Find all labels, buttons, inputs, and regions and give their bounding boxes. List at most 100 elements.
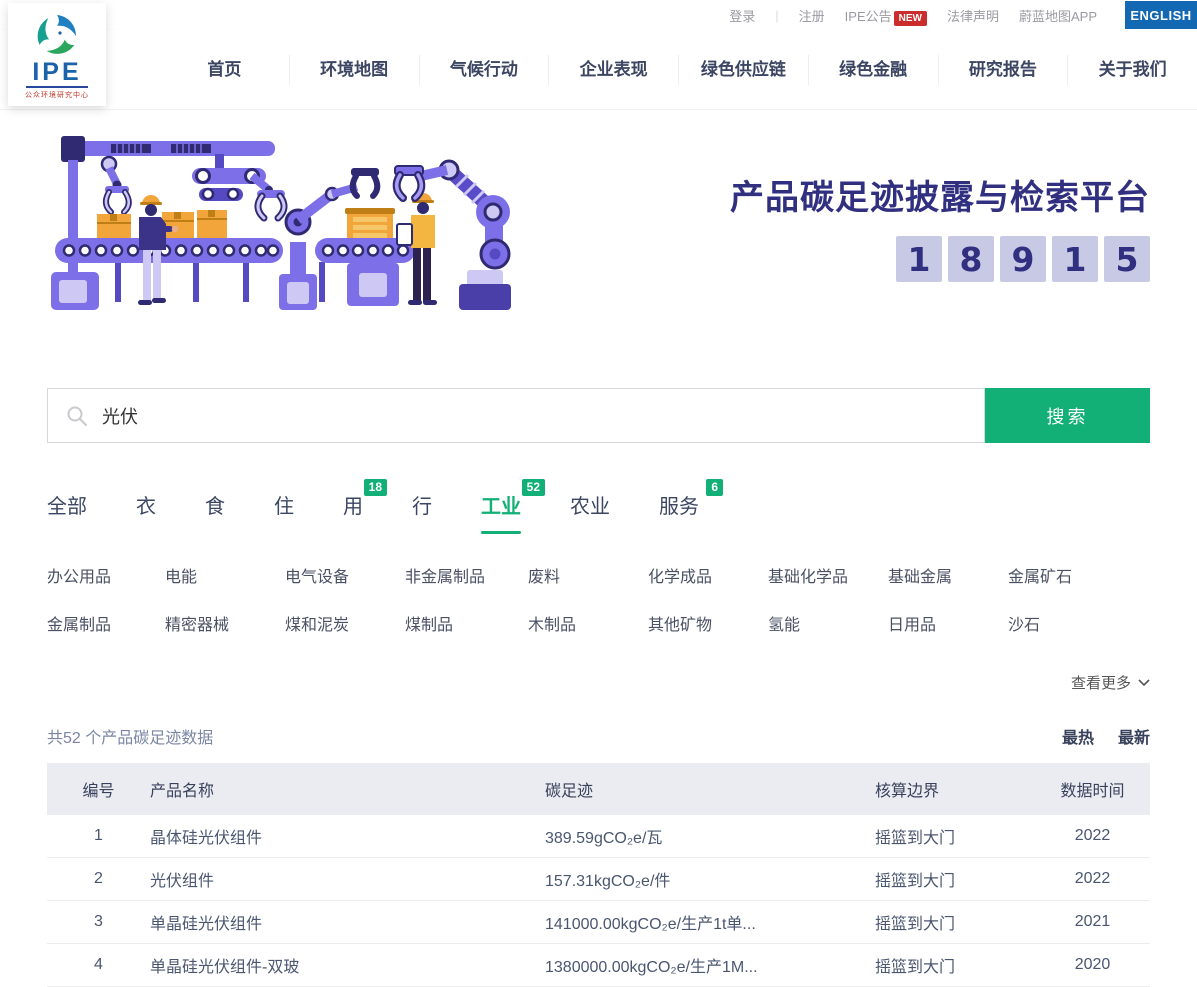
cell-no: 4 — [47, 956, 150, 974]
tab-daily-use[interactable]: 用18 — [343, 490, 363, 534]
table-row[interactable]: 4 单晶硅光伏组件-双玻 1380000.00kgCO₂e/生产1M... 摇篮… — [47, 944, 1150, 987]
tab-agriculture[interactable]: 农业 — [570, 490, 610, 534]
tab-label: 衣 — [136, 496, 156, 518]
nav-item-green-finance[interactable]: 绿色金融 — [808, 55, 938, 85]
tab-food[interactable]: 食 — [205, 490, 225, 534]
tab-label: 工业 — [481, 496, 521, 518]
register-link[interactable]: 注册 — [799, 6, 825, 25]
counter-digit: 9 — [1000, 236, 1046, 282]
subcategory-item[interactable]: 煤和泥炭 — [285, 611, 405, 635]
subcategory-item[interactable]: 沙石 — [1008, 611, 1150, 635]
sort-hottest[interactable]: 最热 — [1062, 724, 1094, 748]
col-header-year: 数据时间 — [1035, 777, 1150, 801]
announcement-label: IPE公告 — [845, 9, 892, 24]
logo-text: IPE — [32, 60, 81, 84]
results-bar: 共52 个产品碳足迹数据 最热 最新 — [47, 724, 1150, 748]
tab-label: 食 — [205, 496, 225, 518]
chevron-down-icon — [1138, 679, 1150, 687]
table-row[interactable]: 2 光伏组件 157.31kgCO₂e/件 摇篮到大门 2022 — [47, 858, 1150, 901]
subcategory-item[interactable]: 废料 — [528, 563, 648, 587]
cell-no: 2 — [47, 870, 150, 888]
subcategory-item[interactable]: 煤制品 — [405, 611, 528, 635]
cell-product-name[interactable]: 光伏组件 — [150, 867, 545, 891]
cell-no: 1 — [47, 827, 150, 845]
cell-product-name[interactable]: 单晶硅光伏组件 — [150, 910, 545, 934]
english-button[interactable]: ENGLISH — [1125, 1, 1197, 29]
new-badge: NEW — [894, 11, 927, 26]
cell-footprint: 1380000.00kgCO₂e/生产1M... — [545, 953, 875, 977]
subcategory-item[interactable]: 非金属制品 — [405, 563, 528, 587]
cell-year: 2020 — [1035, 956, 1150, 974]
subcategory-item[interactable]: 基础金属 — [888, 563, 1008, 587]
subcategory-item[interactable]: 电能 — [165, 563, 285, 587]
subcategory-item[interactable]: 金属矿石 — [1008, 563, 1150, 587]
subcategory-item[interactable]: 其他矿物 — [648, 611, 768, 635]
tab-clothing[interactable]: 衣 — [136, 490, 156, 534]
nav-item-about[interactable]: 关于我们 — [1067, 55, 1197, 85]
cell-year: 2021 — [1035, 913, 1150, 931]
search-button[interactable]: 搜索 — [985, 388, 1150, 443]
col-header-no: 编号 — [47, 777, 150, 801]
legal-link[interactable]: 法律声明 — [947, 6, 999, 25]
subcategory-item[interactable]: 氢能 — [768, 611, 888, 635]
login-link[interactable]: 登录 — [729, 6, 755, 25]
subcategory-item[interactable]: 木制品 — [528, 611, 648, 635]
counter-digit: 8 — [948, 236, 994, 282]
search-input[interactable] — [102, 405, 966, 426]
hero-banner: 产品碳足迹披露与检索平台 1 8 9 1 5 — [0, 110, 1197, 330]
subcategory-item[interactable]: 金属制品 — [47, 611, 165, 635]
subcategory-item[interactable]: 日用品 — [888, 611, 1008, 635]
view-more-link[interactable]: 查看更多 — [47, 672, 1150, 693]
count-badge: 52 — [522, 479, 545, 496]
cell-year: 2022 — [1035, 827, 1150, 845]
hero-right: 产品碳足迹披露与检索平台 1 8 9 1 5 — [730, 170, 1150, 282]
top-utility-bar: 登录 | 注册 IPE公告NEW 法律声明 蔚蓝地图APP ENGLISH — [0, 0, 1197, 30]
cell-boundary: 摇篮到大门 — [875, 867, 1035, 891]
subcategory-item[interactable]: 化学成品 — [648, 563, 768, 587]
nav-item-env-map[interactable]: 环境地图 — [289, 55, 419, 85]
cell-boundary: 摇篮到大门 — [875, 953, 1035, 977]
category-tabs: 全部 衣 食 住 用18 行 工业52 农业 服务6 — [47, 490, 1150, 534]
counter-digit: 5 — [1104, 236, 1150, 282]
table-row[interactable]: 1 晶体硅光伏组件 389.59gCO₂e/瓦 摇篮到大门 2022 — [47, 815, 1150, 858]
cell-footprint: 157.31kgCO₂e/件 — [545, 867, 875, 891]
subcategory-item[interactable]: 办公用品 — [47, 563, 165, 587]
col-header-boundary: 核算边界 — [875, 777, 1035, 801]
tab-industry[interactable]: 工业52 — [481, 490, 521, 534]
nav-item-corp[interactable]: 企业表现 — [548, 55, 678, 85]
sort-options: 最热 最新 — [1062, 724, 1150, 748]
tab-housing[interactable]: 住 — [274, 490, 294, 534]
count-badge: 6 — [706, 479, 723, 496]
announcement-link[interactable]: IPE公告NEW — [845, 6, 927, 25]
search-icon — [66, 405, 88, 427]
cell-product-name[interactable]: 晶体硅光伏组件 — [150, 824, 545, 848]
tab-label: 行 — [412, 496, 432, 518]
tab-label: 用 — [343, 496, 363, 518]
cell-product-name[interactable]: 单晶硅光伏组件-双玻 — [150, 953, 545, 977]
cell-boundary: 摇篮到大门 — [875, 910, 1035, 934]
cell-boundary: 摇篮到大门 — [875, 824, 1035, 848]
sort-newest[interactable]: 最新 — [1118, 724, 1150, 748]
table-header: 编号 产品名称 碳足迹 核算边界 数据时间 — [47, 763, 1150, 815]
subcategory-item[interactable]: 电气设备 — [285, 563, 405, 587]
app-link[interactable]: 蔚蓝地图APP — [1019, 6, 1097, 25]
tab-all[interactable]: 全部 — [47, 490, 87, 534]
subcategory-item[interactable]: 精密器械 — [165, 611, 285, 635]
count-badge: 18 — [364, 479, 387, 496]
nav-items: 首页 环境地图 气候行动 企业表现 绿色供应链 绿色金融 研究报告 关于我们 — [160, 55, 1197, 85]
table-row[interactable]: 3 单晶硅光伏组件 141000.00kgCO₂e/生产1t单... 摇篮到大门… — [47, 901, 1150, 944]
nav-item-home[interactable]: 首页 — [160, 55, 289, 85]
nav-item-reports[interactable]: 研究报告 — [938, 55, 1068, 85]
nav-item-green-supply[interactable]: 绿色供应链 — [678, 55, 808, 85]
ipe-swirl-icon — [34, 12, 80, 58]
nav-item-climate[interactable]: 气候行动 — [419, 55, 549, 85]
ipe-logo[interactable]: IPE 公众环境研究中心 — [8, 3, 106, 106]
tab-transport[interactable]: 行 — [412, 490, 432, 534]
tab-services[interactable]: 服务6 — [659, 490, 699, 534]
counter-digit: 1 — [896, 236, 942, 282]
search-box[interactable] — [47, 388, 985, 443]
cell-footprint: 141000.00kgCO₂e/生产1t单... — [545, 910, 875, 934]
subcategory-item[interactable]: 基础化学品 — [768, 563, 888, 587]
cell-footprint: 389.59gCO₂e/瓦 — [545, 824, 875, 848]
search-section: 搜索 — [47, 388, 1150, 443]
